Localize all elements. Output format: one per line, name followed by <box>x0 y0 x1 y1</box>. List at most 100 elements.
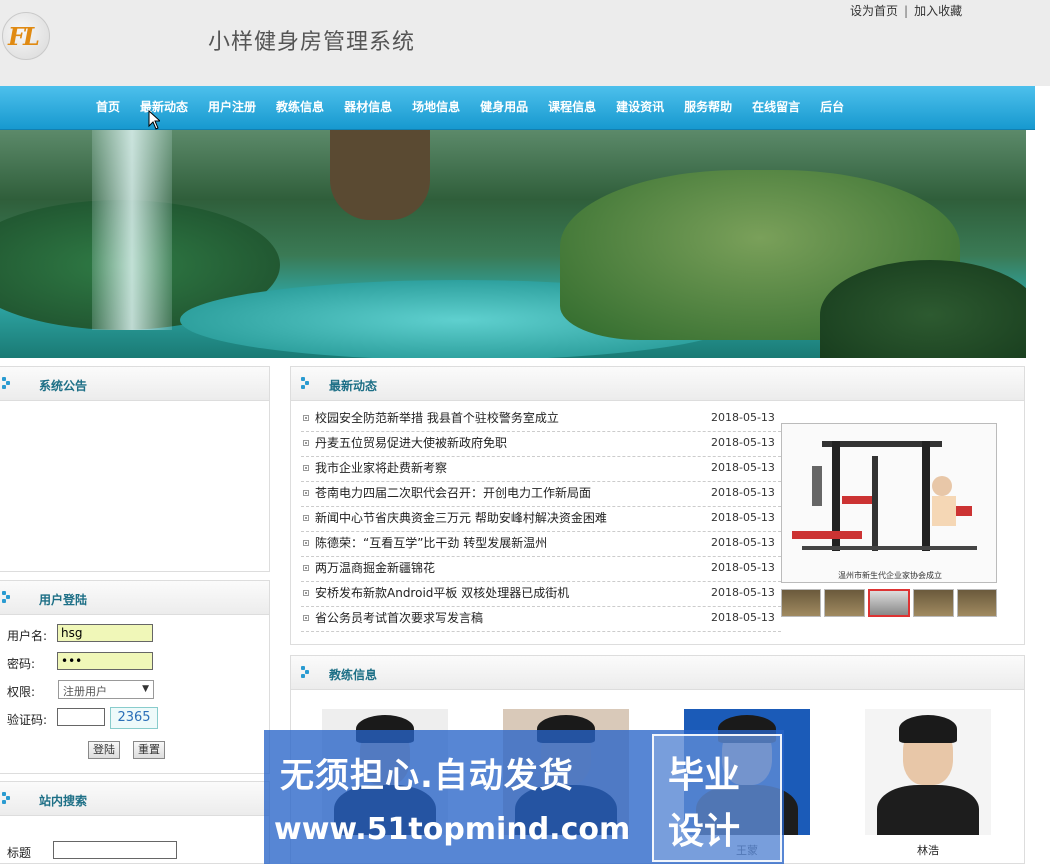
watermark-slogan: 无须担心.自动发货 <box>280 756 574 796</box>
captcha-image[interactable]: 2365 <box>110 707 158 729</box>
gym-machine-image <box>792 441 977 551</box>
site-logo[interactable]: FL <box>2 12 50 60</box>
search-field-label: 标题 <box>7 846 32 860</box>
mouse-cursor-icon <box>148 110 160 130</box>
thumbnail[interactable] <box>913 589 954 617</box>
toplink-separator: | <box>904 4 909 18</box>
nav-item-venues[interactable]: 场地信息 <box>412 98 460 115</box>
news-slideshow-photo[interactable]: 温州市新生代企业家协会成立 <box>781 423 997 583</box>
news-photo-caption: 温州市新生代企业家协会成立 <box>838 571 942 580</box>
thumbnail-selected[interactable] <box>867 589 911 617</box>
news-item-date: 2018-05-13 <box>711 561 775 574</box>
bullet-icon <box>303 565 309 571</box>
set-homepage-link[interactable]: 设为首页 <box>850 4 898 18</box>
section-dots-icon <box>2 591 12 603</box>
coach-name[interactable]: 林浩 <box>865 842 991 858</box>
list-item[interactable]: 丹麦五位贸易促进大使被新政府免职 2018-05-13 <box>301 432 781 457</box>
nav-item-register[interactable]: 用户注册 <box>208 98 256 115</box>
news-item-title[interactable]: 校园安全防范新举措 我县首个驻校警务室成立 <box>315 407 559 429</box>
nav-item-info[interactable]: 建设资讯 <box>616 98 664 115</box>
nav-item-messages[interactable]: 在线留言 <box>752 98 800 115</box>
news-item-date: 2018-05-13 <box>711 436 775 449</box>
search-input[interactable] <box>53 841 177 859</box>
list-item[interactable]: 省公务员考试首次要求写发言稿 2018-05-13 <box>301 607 781 632</box>
watermark-url: www.51topmind.com <box>274 812 631 847</box>
slideshow-thumbnails <box>781 589 998 619</box>
nav-item-courses[interactable]: 课程信息 <box>548 98 596 115</box>
chevron-down-icon: ▼ <box>142 684 149 694</box>
bullet-icon <box>303 515 309 521</box>
news-item-title[interactable]: 安桥发布新款Android平板 双核处理器已成街机 <box>315 582 569 604</box>
thumbnail[interactable] <box>824 589 865 617</box>
list-item[interactable]: 两万温商掘金新疆锦花 2018-05-13 <box>301 557 781 582</box>
section-dots-icon <box>2 792 12 804</box>
role-label: 权限: <box>7 685 36 699</box>
watermark-badge: 毕业 设计 <box>652 734 782 862</box>
nav-item-help[interactable]: 服务帮助 <box>684 98 732 115</box>
section-dots-icon <box>2 377 12 389</box>
nav-item-home[interactable]: 首页 <box>96 98 120 115</box>
search-header: 站内搜索 <box>0 782 269 816</box>
nav-item-equipment[interactable]: 器材信息 <box>344 98 392 115</box>
search-panel: 站内搜索 标题 <box>0 781 270 864</box>
watermark-overlay: 无须担心.自动发货 www.51topmind.com 毕业 设计 <box>264 730 784 864</box>
section-dots-icon <box>301 377 311 389</box>
news-item-date: 2018-05-13 <box>711 511 775 524</box>
role-select[interactable]: 注册用户 ▼ <box>58 680 154 699</box>
bullet-icon <box>303 415 309 421</box>
section-dots-icon <box>301 666 311 678</box>
news-item-title[interactable]: 省公务员考试首次要求写发言稿 <box>315 607 483 629</box>
news-item-title[interactable]: 陈德荣：“互看互学”比干劲 转型发展新温州 <box>315 532 547 554</box>
news-item-title[interactable]: 两万温商掘金新疆锦花 <box>315 557 435 579</box>
thumbnail[interactable] <box>956 589 998 617</box>
nav-item-supplies[interactable]: 健身用品 <box>480 98 528 115</box>
notice-title: 系统公告 <box>39 379 88 393</box>
news-item-title[interactable]: 我市企业家将赴费新考察 <box>315 457 447 479</box>
thumbnail[interactable] <box>781 589 822 617</box>
add-favorite-link[interactable]: 加入收藏 <box>914 4 962 18</box>
news-item-date: 2018-05-13 <box>711 411 775 424</box>
nav-item-coaches[interactable]: 教练信息 <box>276 98 324 115</box>
logo-text: FL <box>8 22 40 51</box>
list-item[interactable]: 校园安全防范新举措 我县首个驻校警务室成立 2018-05-13 <box>301 407 781 432</box>
watermark-badge-line2: 设计 <box>668 811 741 852</box>
hero-banner <box>0 130 1026 358</box>
news-header: 最新动态 <box>291 367 1024 401</box>
list-item[interactable]: 苍南电力四届二次职代会召开：开创电力工作新局面 2018-05-13 <box>301 482 781 507</box>
site-header: FL 小样健身房管理系统 设为首页 | 加入收藏 <box>0 0 1050 86</box>
coach-photo[interactable] <box>865 709 991 835</box>
news-item-title[interactable]: 苍南电力四届二次职代会召开：开创电力工作新局面 <box>315 482 591 504</box>
news-item-date: 2018-05-13 <box>711 586 775 599</box>
captcha-input[interactable] <box>57 708 105 726</box>
bullet-icon <box>303 615 309 621</box>
notice-panel: 系统公告 <box>0 366 270 572</box>
news-list: 校园安全防范新举措 我县首个驻校警务室成立 2018-05-13 丹麦五位贸易促进… <box>301 407 781 632</box>
news-panel: 最新动态 校园安全防范新举措 我县首个驻校警务室成立 2018-05-13 丹麦五… <box>290 366 1025 645</box>
list-item[interactable]: 安桥发布新款Android平板 双核处理器已成街机 2018-05-13 <box>301 582 781 607</box>
news-item-date: 2018-05-13 <box>711 461 775 474</box>
news-item-title[interactable]: 新闻中心节省庆典资金三万元 帮助安峰村解决资金困难 <box>315 507 607 529</box>
top-links: 设为首页 | 加入收藏 <box>850 2 962 19</box>
reset-button[interactable]: 重置 <box>133 741 165 759</box>
bullet-icon <box>303 540 309 546</box>
news-item-date: 2018-05-13 <box>711 611 775 624</box>
site-title: 小样健身房管理系统 <box>208 30 416 55</box>
username-label: 用户名: <box>7 629 48 643</box>
nav-item-admin[interactable]: 后台 <box>820 98 844 115</box>
login-button[interactable]: 登陆 <box>88 741 120 759</box>
password-label: 密码: <box>7 657 36 671</box>
password-input[interactable] <box>57 652 153 670</box>
bullet-icon <box>303 465 309 471</box>
login-panel: 用户登陆 用户名: 密码: 权限: 注册用户 ▼ 验证码: 2365 登陆 重置 <box>0 580 270 774</box>
bullet-icon <box>303 590 309 596</box>
bullet-icon <box>303 490 309 496</box>
coaches-title: 教练信息 <box>329 668 378 682</box>
list-item[interactable]: 新闻中心节省庆典资金三万元 帮助安峰村解决资金困难 2018-05-13 <box>301 507 781 532</box>
username-input[interactable] <box>57 624 153 642</box>
news-item-title[interactable]: 丹麦五位贸易促进大使被新政府免职 <box>315 432 507 454</box>
login-header: 用户登陆 <box>0 581 269 615</box>
news-title: 最新动态 <box>329 379 378 393</box>
list-item[interactable]: 我市企业家将赴费新考察 2018-05-13 <box>301 457 781 482</box>
login-title: 用户登陆 <box>39 593 88 607</box>
list-item[interactable]: 陈德荣：“互看互学”比干劲 转型发展新温州 2018-05-13 <box>301 532 781 557</box>
